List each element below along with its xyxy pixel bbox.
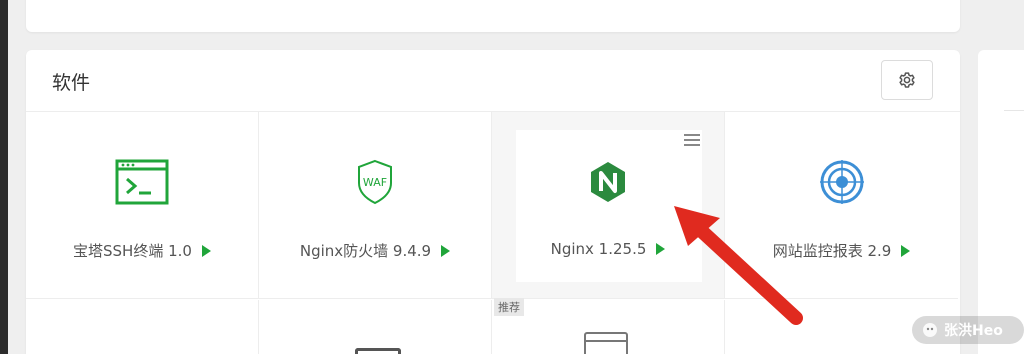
svg-text:WAF: WAF	[363, 176, 387, 189]
play-icon[interactable]	[901, 244, 911, 257]
app-card-ssh-terminal[interactable]: 宝塔SSH终端 1.0	[26, 112, 259, 299]
settings-button[interactable]	[881, 60, 933, 100]
right-card	[978, 50, 1024, 354]
watermark-text: 张洪Heo	[944, 323, 1003, 339]
watermark-logo-icon	[923, 323, 937, 337]
app-grid-row-2	[26, 300, 960, 354]
panel-title: 软件	[52, 72, 91, 94]
software-panel-header: 软件	[26, 50, 960, 112]
screen: 软件 宝塔SSH终端 1.0 WAF Nginx防火墙 9.4.9 Nginx …	[0, 0, 1024, 354]
app-icon-partial	[355, 348, 401, 354]
gear-icon	[899, 72, 915, 88]
window-edge	[0, 0, 8, 354]
play-icon[interactable]	[441, 244, 451, 257]
monitor-target-icon	[819, 160, 864, 204]
app-grid-row: 宝塔SSH终端 1.0 WAF Nginx防火墙 9.4.9 Nginx 1.2…	[26, 112, 960, 299]
software-panel: 软件 宝塔SSH终端 1.0 WAF Nginx防火墙 9.4.9 Nginx …	[26, 50, 960, 354]
app-card-empty[interactable]	[26, 300, 259, 354]
menu-icon[interactable]	[684, 134, 700, 149]
right-card-divider	[1004, 110, 1024, 111]
watermark: 张洪Heo	[912, 316, 1024, 344]
window-icon	[584, 332, 628, 354]
app-name: Nginx防火墙 9.4.9	[299, 242, 432, 260]
app-name: 宝塔SSH终端 1.0	[73, 242, 192, 260]
recommend-badge: 推荐	[494, 298, 524, 316]
top-card	[26, 0, 960, 32]
app-name: Nginx 1.25.5	[550, 240, 647, 258]
terminal-icon	[115, 159, 169, 205]
red-arrow-annotation	[674, 206, 803, 325]
nginx-hexagon-icon	[591, 162, 625, 202]
play-icon[interactable]	[201, 244, 211, 257]
app-card-nginx-firewall[interactable]: WAF Nginx防火墙 9.4.9	[259, 112, 492, 299]
waf-shield-icon: WAF	[358, 159, 392, 205]
app-card-partial[interactable]	[259, 300, 492, 354]
